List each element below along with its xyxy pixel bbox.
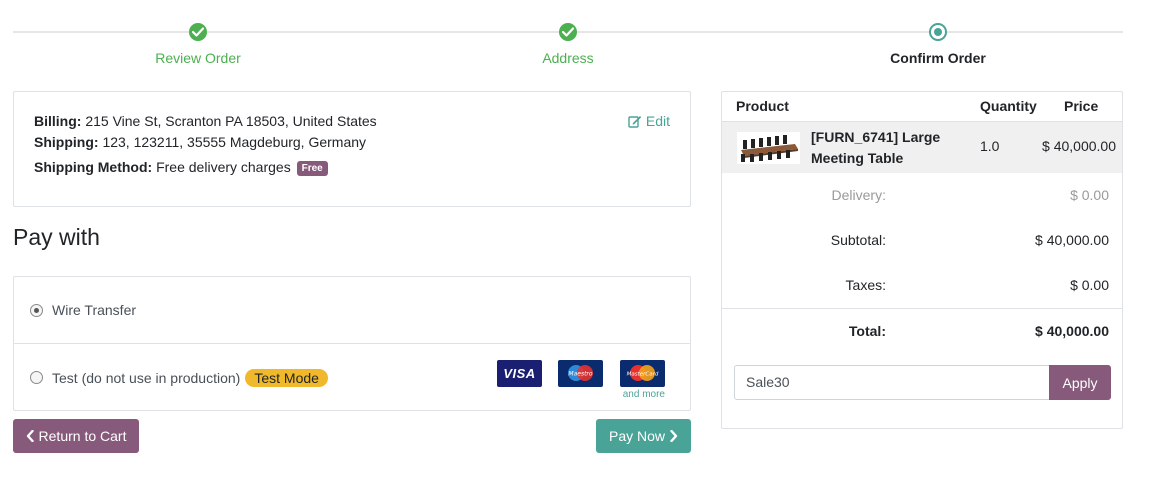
- mastercard-icon: MasterCard: [620, 360, 665, 387]
- checkout-progress: Review Order Address Confirm Order: [13, 18, 1123, 78]
- shipping-label: Shipping:: [34, 134, 99, 150]
- radio-test[interactable]: [30, 371, 43, 384]
- order-summary: Product Quantity Price [FURN_6741] Large…: [721, 91, 1123, 429]
- payment-options: Wire Transfer Test (do not use in produc…: [13, 276, 691, 411]
- check-circle-icon: [189, 23, 207, 41]
- svg-text:Maestro: Maestro: [568, 371, 592, 378]
- product-image[interactable]: [737, 132, 800, 164]
- total-value: $ 40,000.00: [1035, 323, 1109, 339]
- radio-wire-transfer[interactable]: [30, 303, 43, 317]
- current-step-icon: [929, 23, 947, 41]
- step-address[interactable]: Address: [468, 18, 668, 66]
- and-more-link[interactable]: and more: [623, 389, 665, 400]
- edit-address-link[interactable]: Edit: [628, 113, 670, 129]
- pay-now-button[interactable]: Pay Now: [596, 419, 691, 453]
- card-icons: VISA Maestro MasterCard and more: [497, 360, 666, 402]
- delivery-label: Delivery:: [831, 187, 886, 203]
- apply-coupon-button[interactable]: Apply: [1049, 365, 1111, 400]
- pay-with-heading: Pay with: [13, 224, 100, 250]
- maestro-icon: Maestro: [558, 360, 603, 387]
- edit-label: Edit: [645, 113, 670, 129]
- total-label: Total:: [848, 323, 886, 339]
- delivery-value: $ 0.00: [1070, 187, 1109, 203]
- taxes-value: $ 0.00: [1070, 277, 1109, 293]
- shipping-method-value: Free delivery charges: [156, 159, 291, 175]
- address-card: Billing: 215 Vine St, Scranton PA 18503,…: [13, 91, 691, 207]
- product-name-link[interactable]: [FURN_6741] Large Meeting Table: [811, 127, 961, 169]
- coupon-code-input[interactable]: Sale30: [734, 365, 1050, 400]
- payment-option-test[interactable]: Test (do not use in production) Test Mod…: [14, 344, 690, 411]
- test-mode-badge: Test Mode: [245, 368, 328, 387]
- shipping-method-label: Shipping Method:: [34, 159, 153, 175]
- shipping-address: Shipping: 123, 123211, 35555 Magdeburg, …: [34, 134, 366, 150]
- product-header: Product: [736, 98, 789, 114]
- product-row: [FURN_6741] Large Meeting Table 1.0 $ 40…: [722, 122, 1122, 173]
- billing-address: Billing: 215 Vine St, Scranton PA 18503,…: [34, 113, 377, 129]
- shipping-method: Shipping Method: Free delivery charges F…: [34, 159, 328, 176]
- svg-text:MasterCard: MasterCard: [627, 372, 659, 378]
- chevron-left-icon: [26, 430, 34, 442]
- billing-label: Billing:: [34, 113, 82, 129]
- total-line: Total: $ 40,000.00: [722, 308, 1122, 354]
- step-confirm-order: Confirm Order: [838, 18, 1038, 66]
- free-badge: Free: [296, 161, 328, 176]
- edit-icon: [628, 115, 642, 128]
- price-header: Price: [1064, 98, 1099, 114]
- billing-value: 215 Vine St, Scranton PA 18503, United S…: [85, 113, 377, 129]
- check-circle-icon: [559, 23, 577, 41]
- step-label: Review Order: [155, 50, 241, 66]
- payment-option-label: Wire Transfer: [52, 302, 137, 318]
- pay-now-label: Pay Now: [608, 428, 666, 444]
- return-to-cart-label: Return to Cart: [38, 428, 127, 444]
- payment-option-label: Test (do not use in production): [52, 369, 241, 386]
- summary-header: Product Quantity Price: [722, 92, 1122, 122]
- chevron-right-icon: [670, 430, 678, 442]
- subtotal-value: $ 40,000.00: [1035, 232, 1109, 248]
- shipping-value: 123, 123211, 35555 Magdeburg, Germany: [102, 134, 367, 150]
- step-review-order[interactable]: Review Order: [98, 18, 298, 66]
- quantity-header: Quantity: [980, 98, 1037, 114]
- product-quantity: 1.0: [980, 138, 1000, 154]
- subtotal-label: Subtotal:: [830, 232, 886, 248]
- step-label: Confirm Order: [890, 50, 986, 66]
- payment-option-wire-transfer[interactable]: Wire Transfer: [14, 277, 690, 344]
- step-label: Address: [542, 50, 594, 66]
- return-to-cart-button[interactable]: Return to Cart: [13, 419, 139, 453]
- visa-icon: VISA: [497, 360, 542, 387]
- taxes-label: Taxes:: [845, 277, 886, 293]
- product-price: $ 40,000.00: [1042, 138, 1116, 154]
